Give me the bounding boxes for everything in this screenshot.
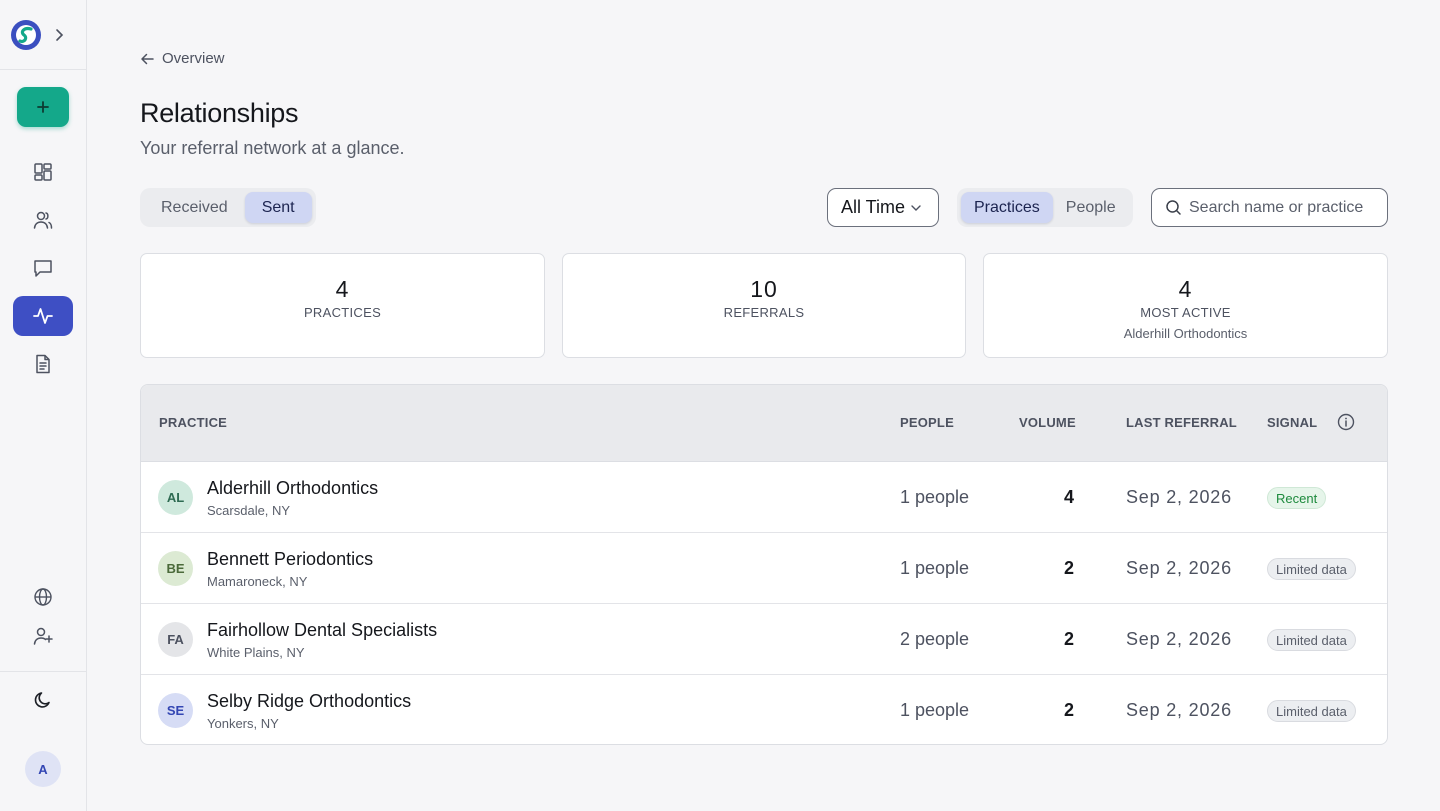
volume-value: 2 — [1063, 629, 1074, 649]
toggle-people[interactable]: People — [1053, 192, 1129, 223]
table-row[interactable]: FA Fairhollow Dental Specialists White P… — [141, 604, 1387, 675]
practice-location: Yonkers, NY — [207, 716, 279, 731]
practice-avatar: AL — [158, 480, 193, 515]
stat-label: PRACTICES — [303, 305, 382, 320]
globe-icon — [34, 588, 52, 606]
toggle-received[interactable]: Received — [144, 192, 245, 223]
signal-badge: Limited data — [1267, 558, 1356, 580]
time-filter-value: All Time — [841, 197, 906, 217]
sidebar: A — [0, 0, 87, 811]
nav-contacts[interactable] — [13, 200, 73, 240]
col-signal[interactable]: SIGNAL — [1267, 415, 1317, 430]
practice-name: Selby Ridge Orthodontics — [207, 691, 412, 711]
info-icon[interactable] — [1337, 413, 1355, 431]
message-icon — [34, 260, 52, 277]
page-title: Relationships — [140, 98, 299, 128]
app-logo-icon[interactable] — [10, 19, 42, 51]
practice-name: Fairhollow Dental Specialists — [207, 620, 438, 640]
back-link[interactable]: Overview — [140, 50, 225, 67]
moon-icon — [34, 692, 50, 708]
table-row[interactable]: SE Selby Ridge Orthodontics Yonkers, NY … — [141, 675, 1387, 744]
table-row[interactable]: BE Bennett Periodontics Mamaroneck, NY 1… — [141, 533, 1387, 604]
table-header: PRACTICE PEOPLE VOLUME LAST REFERRAL SIG… — [141, 385, 1387, 462]
stat-card-referrals: 10 REFERRALS — [562, 253, 966, 358]
stat-label: MOST ACTIVE — [1140, 305, 1231, 320]
nav-relationships[interactable] — [13, 296, 73, 336]
activity-icon — [33, 308, 53, 324]
stat-label: REFERRALS — [723, 305, 805, 320]
volume-value: 2 — [1063, 558, 1074, 578]
table-row[interactable]: AL Alderhill Orthodontics Scarsdale, NY … — [141, 462, 1387, 533]
view-toggle: Practices People — [957, 188, 1133, 227]
toggle-sent[interactable]: Sent — [244, 192, 312, 223]
stat-value: 4 — [335, 276, 350, 302]
stat-value: 4 — [1178, 276, 1193, 302]
stat-value: 10 — [750, 276, 778, 302]
practice-avatar: BE — [158, 551, 193, 586]
search-icon — [1166, 200, 1181, 215]
sidebar-divider — [0, 671, 86, 672]
signal-badge: Limited data — [1267, 629, 1356, 651]
search-input[interactable] — [1189, 198, 1379, 217]
col-last-referral[interactable]: LAST REFERRAL — [1126, 415, 1237, 430]
user-avatar[interactable]: A — [25, 751, 61, 787]
plus-icon — [37, 101, 49, 113]
practice-avatar: FA — [158, 622, 193, 657]
add-user-icon — [33, 627, 53, 645]
practice-avatar: SE — [158, 693, 193, 728]
people-count: 1 people — [900, 700, 970, 720]
time-filter-select[interactable]: All Time — [827, 188, 939, 227]
chevron-down-icon — [911, 204, 921, 211]
nav-network[interactable] — [13, 577, 73, 617]
practice-location: Mamaroneck, NY — [207, 574, 308, 589]
last-referral-date: Sep 2, 2026 — [1126, 487, 1232, 507]
stat-card-most-active: 4 MOST ACTIVE Alderhill Orthodontics — [983, 253, 1388, 358]
nav-dashboard[interactable] — [13, 152, 73, 192]
back-link-label: Overview — [162, 50, 225, 67]
last-referral-date: Sep 2, 2026 — [1126, 629, 1232, 649]
page-subtitle: Your referral network at a glance. — [140, 138, 405, 158]
practice-location: White Plains, NY — [207, 645, 305, 660]
chevron-right-icon[interactable] — [53, 27, 67, 43]
col-practice[interactable]: PRACTICE — [159, 415, 227, 430]
document-icon — [36, 354, 50, 374]
people-count: 2 people — [900, 629, 970, 649]
users-icon — [33, 211, 53, 229]
arrow-left-icon — [141, 53, 154, 64]
practices-table: PRACTICE PEOPLE VOLUME LAST REFERRAL SIG… — [140, 384, 1388, 745]
practice-location: Scarsdale, NY — [207, 503, 291, 518]
sidebar-divider — [0, 69, 86, 70]
practice-name: Bennett Periodontics — [207, 549, 374, 569]
stat-card-practices: 4 PRACTICES — [140, 253, 545, 358]
new-button[interactable] — [17, 87, 69, 127]
volume-value: 4 — [1063, 487, 1074, 507]
stat-sub: Alderhill Orthodontics — [1123, 326, 1248, 341]
practice-name: Alderhill Orthodontics — [207, 478, 379, 498]
nav-messages[interactable] — [13, 248, 73, 288]
dashboard-icon — [34, 163, 52, 181]
search-box — [1151, 188, 1388, 227]
nav-documents[interactable] — [13, 344, 73, 384]
col-volume[interactable]: VOLUME — [1019, 415, 1076, 430]
theme-toggle[interactable] — [13, 680, 73, 720]
direction-toggle: Received Sent — [140, 188, 316, 227]
last-referral-date: Sep 2, 2026 — [1126, 558, 1232, 578]
toggle-practices[interactable]: Practices — [961, 192, 1053, 223]
nav-invite[interactable] — [13, 616, 73, 656]
signal-badge: Recent — [1267, 487, 1327, 509]
signal-badge: Limited data — [1267, 700, 1356, 722]
people-count: 1 people — [900, 558, 970, 578]
volume-value: 2 — [1063, 700, 1074, 720]
people-count: 1 people — [900, 487, 970, 507]
last-referral-date: Sep 2, 2026 — [1126, 700, 1232, 720]
col-people[interactable]: PEOPLE — [900, 415, 954, 430]
